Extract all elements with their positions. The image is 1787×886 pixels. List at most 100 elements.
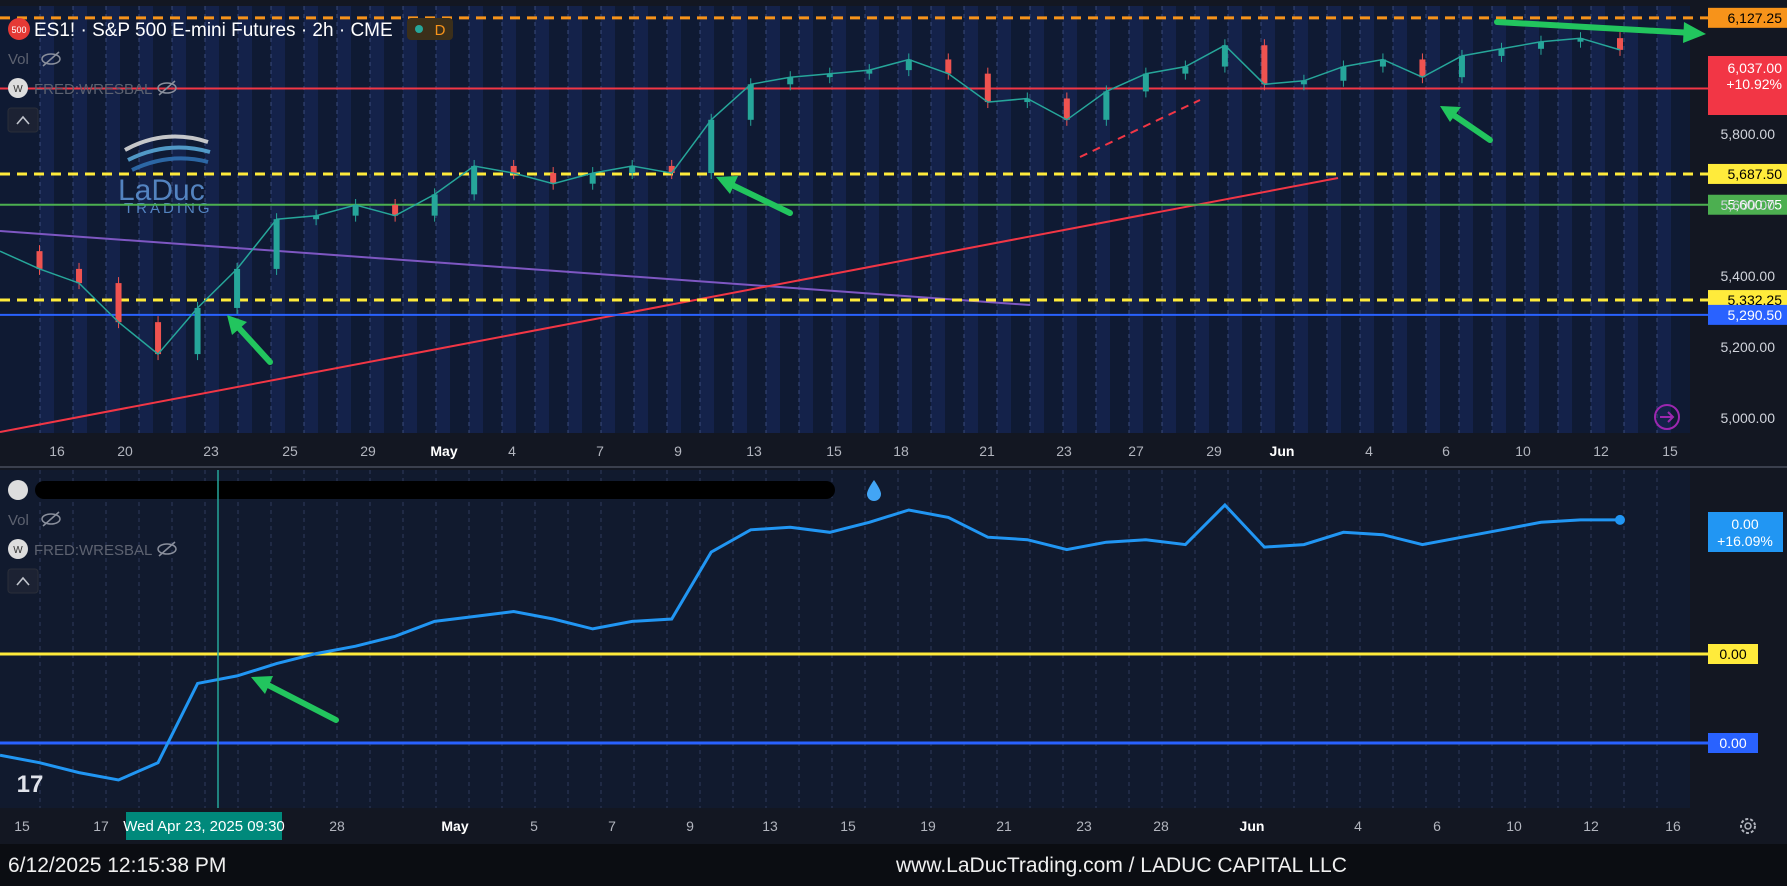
candle-body[interactable] [76, 268, 83, 284]
session-band [1195, 6, 1209, 433]
chart-title[interactable]: ES1! · S&P 500 E-mini Futures · 2h · CME [34, 20, 393, 41]
candle-body[interactable] [984, 73, 991, 103]
indicator-time-tick: 9 [686, 818, 694, 834]
time-tick: 20 [117, 443, 133, 459]
indicator-time-tick: 17 [93, 818, 109, 834]
session-band [700, 6, 714, 433]
indicator-time-tick: 12 [1583, 818, 1599, 834]
session-band [1294, 6, 1308, 433]
session-band [40, 6, 54, 433]
indicator-time-tick: 6 [1433, 818, 1441, 834]
session-band [601, 6, 615, 433]
market-open-dot [415, 25, 423, 33]
candle-body[interactable] [589, 173, 596, 184]
indicator-level-label: 0.00 [1719, 646, 1746, 662]
candle-body[interactable] [945, 59, 952, 74]
time-tick: 6 [1442, 443, 1450, 459]
chart-canvas[interactable]: LaDuc TRADING 6,127.255,928.255,687.505,… [0, 0, 1787, 844]
time-tick: 12 [1593, 443, 1609, 459]
candle-body[interactable] [194, 307, 201, 355]
time-tick: 23 [1056, 443, 1072, 459]
session-band [1657, 6, 1671, 433]
candle-body[interactable] [1063, 98, 1070, 120]
time-tick: 4 [508, 443, 516, 459]
indicator-time-tick: 21 [996, 818, 1012, 834]
session-band [1525, 6, 1539, 433]
indicator-time-tick: Jun [1240, 818, 1265, 834]
candle-body[interactable] [155, 322, 162, 355]
session-band [1129, 6, 1143, 433]
session-band [667, 6, 681, 433]
candle-body[interactable] [905, 59, 912, 71]
session-band [403, 6, 417, 433]
session-band [73, 6, 87, 433]
candle-body[interactable] [1419, 59, 1426, 78]
market-status[interactable] [407, 18, 453, 40]
time-tick: 16 [49, 443, 65, 459]
candle-body[interactable] [1458, 55, 1465, 78]
session-band [799, 6, 813, 433]
candle-body[interactable] [708, 119, 715, 174]
indicator-time-tick: 28 [1153, 818, 1169, 834]
tradingview-logo[interactable]: 17 [17, 771, 44, 798]
time-tick: 15 [1662, 443, 1678, 459]
indicator-plot-area[interactable] [0, 470, 1690, 808]
candle-body[interactable] [747, 84, 754, 120]
session-band [370, 6, 384, 433]
indicator-collapse-button[interactable] [7, 568, 39, 594]
candle-body[interactable] [352, 205, 359, 216]
footer-bar: 6/12/2025 12:15:38 PM www.LaDucTrading.c… [0, 844, 1787, 886]
indicator-time-tick: 15 [840, 818, 856, 834]
indicator-time-tick: 15 [14, 818, 30, 834]
session-band [568, 6, 582, 433]
indicator-time-tick: 16 [1665, 818, 1681, 834]
indicator-time-tick: 23 [1076, 818, 1092, 834]
time-tick: 15 [826, 443, 842, 459]
session-band [436, 6, 450, 433]
candle-body[interactable] [273, 219, 280, 269]
time-tick: 4 [1365, 443, 1373, 459]
session-band [1228, 6, 1242, 433]
candle-body[interactable] [115, 283, 122, 323]
candle-body[interactable] [1221, 45, 1228, 67]
session-band [733, 6, 747, 433]
candle-body[interactable] [1103, 91, 1110, 120]
session-band [337, 6, 351, 433]
candle-body[interactable] [471, 165, 478, 195]
candle-body[interactable] [234, 268, 241, 308]
candle-body[interactable] [1261, 45, 1268, 85]
session-band [106, 6, 120, 433]
candle-body[interactable] [1340, 66, 1347, 81]
fred-label: FRED:WRESBAL [34, 81, 152, 98]
indicator-fred-badge-text: W [13, 545, 23, 556]
candle-body[interactable] [36, 251, 43, 269]
indicator-badge [8, 480, 28, 500]
session-band [1360, 6, 1374, 433]
candle-body[interactable] [431, 194, 438, 216]
session-band [634, 6, 648, 433]
indicator-last-dot [1615, 514, 1625, 525]
session-band [964, 6, 978, 433]
cursor-time-label: Wed Apr 23, 2025 09:30 [123, 818, 285, 835]
price-tick: 5,800.00 [1721, 126, 1776, 142]
indicator-time-tick: 13 [762, 818, 778, 834]
time-tick: 7 [596, 443, 604, 459]
collapse-button[interactable] [7, 107, 39, 133]
candle-body[interactable] [1142, 73, 1149, 92]
indicator-time-tick: 4 [1354, 818, 1362, 834]
time-tick: 10 [1515, 443, 1531, 459]
indicator-vol-label: Vol [8, 512, 29, 529]
fred-badge-text: W [13, 84, 23, 95]
session-band [1492, 6, 1506, 433]
logo-sub: TRADING [124, 200, 213, 217]
time-tick: 29 [360, 443, 376, 459]
session-band [238, 6, 252, 433]
session-band [1558, 6, 1572, 433]
session-band [997, 6, 1011, 433]
chart-window: LaDuc TRADING 6,127.255,928.255,687.505,… [0, 0, 1787, 886]
candle-body[interactable] [1617, 38, 1623, 50]
session-band [1096, 6, 1110, 433]
time-tick: 9 [674, 443, 682, 459]
candle-body[interactable] [550, 173, 557, 184]
change-pct: +10.92% [1726, 76, 1782, 92]
